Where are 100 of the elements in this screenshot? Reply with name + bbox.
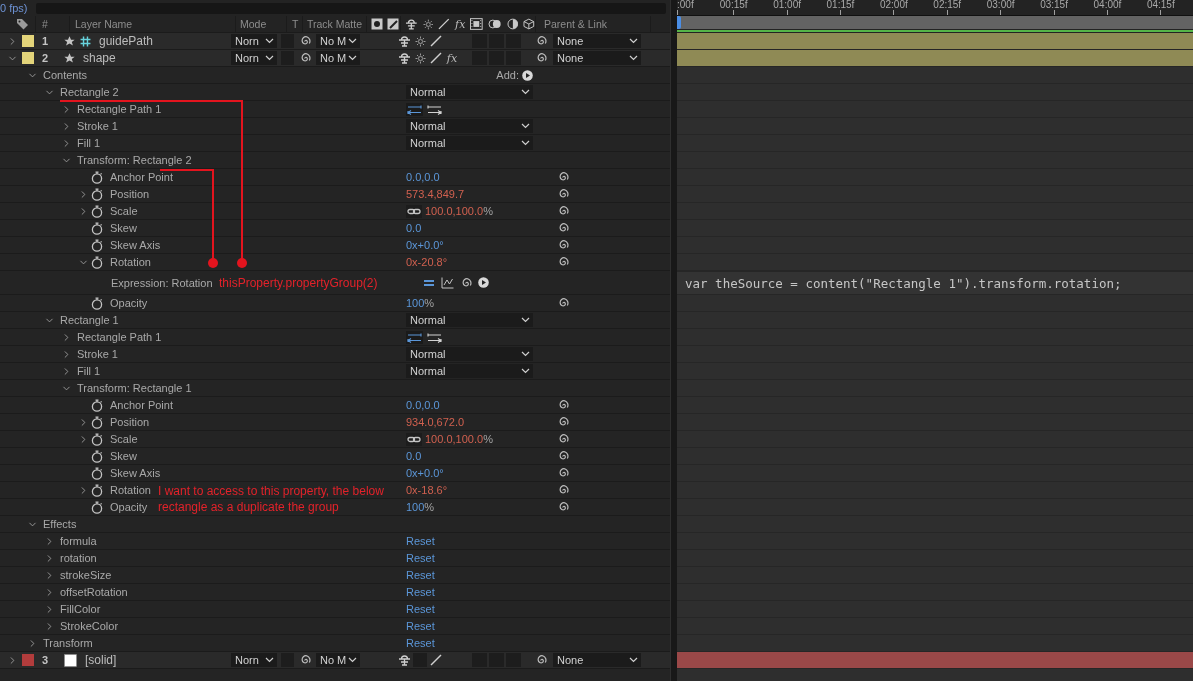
stopwatch-icon[interactable] (91, 398, 103, 412)
property-value[interactable]: 0x+0.0° (406, 467, 444, 479)
spiral-icon[interactable] (299, 654, 311, 666)
spiral-icon[interactable] (535, 52, 547, 64)
spiral-icon[interactable] (557, 416, 569, 428)
spiral-icon[interactable] (557, 222, 569, 234)
sun-icon[interactable] (422, 18, 434, 30)
stopwatch-icon[interactable] (91, 187, 103, 201)
track-matte-dropdown[interactable]: No M (316, 34, 360, 48)
slash-icon[interactable] (438, 18, 451, 30)
property-value[interactable]: 100 (406, 297, 425, 309)
property-value[interactable]: 0x+0.0° (406, 239, 444, 251)
graph-icon[interactable] (441, 276, 454, 289)
sun-icon[interactable] (414, 35, 426, 47)
layer-name[interactable]: guidePath (99, 34, 154, 48)
path-direction-icon[interactable] (406, 330, 423, 344)
spiral-icon[interactable] (557, 171, 569, 183)
spiral-icon[interactable] (299, 52, 311, 64)
spiral-icon[interactable] (535, 35, 547, 47)
slash-icon[interactable] (430, 52, 442, 64)
stopwatch-icon[interactable] (91, 432, 103, 446)
blend-mode-dropdown[interactable]: Normal (406, 119, 533, 133)
layer-duration-bar[interactable] (677, 652, 1193, 669)
property-value[interactable]: 100.0,100.0 (425, 205, 484, 217)
slash-icon[interactable] (430, 35, 442, 47)
spiral-icon[interactable] (557, 256, 569, 268)
spiral-icon[interactable] (557, 188, 569, 200)
spiral-icon[interactable] (557, 205, 569, 217)
property-value[interactable]: 573.4,849.7 (406, 188, 465, 200)
spiral-icon[interactable] (535, 654, 547, 666)
shy-icon[interactable] (397, 35, 411, 47)
shy-icon[interactable] (397, 52, 411, 64)
parent-dropdown[interactable]: None (553, 653, 641, 667)
expression-editor[interactable]: var theSource = content("Rectangle 1").transform.rotation; (677, 271, 1193, 295)
layer-row[interactable]: 2 shape Norn No M fx None (0, 50, 670, 67)
blend-mode-dropdown[interactable]: Normal (406, 313, 533, 327)
spiral-icon[interactable] (299, 35, 311, 47)
stopwatch-icon[interactable] (91, 238, 103, 252)
label-swatch[interactable] (22, 52, 34, 64)
property-value[interactable]: 100 (406, 501, 425, 513)
stopwatch-icon[interactable] (91, 255, 103, 269)
time-ruler[interactable]: :00f 00:15f 01:00f 01:15f 02:00f 02:15f 03:00f 03:15f 04:00f 04:15f (677, 0, 1193, 16)
link-icon[interactable] (406, 204, 422, 218)
reset-link[interactable]: Reset (406, 535, 435, 547)
shy-icon[interactable] (397, 654, 411, 666)
link-icon[interactable] (406, 432, 422, 446)
blend-mode-dropdown[interactable]: Normal (406, 364, 533, 378)
mode-dropdown[interactable]: Norn (231, 34, 277, 48)
reset-link[interactable]: Reset (406, 586, 435, 598)
stopwatch-icon[interactable] (91, 466, 103, 480)
layer-row[interactable]: 1 guidePath Norn No M None (0, 33, 670, 50)
property-value[interactable]: 0.0 (406, 222, 422, 234)
shy-icon[interactable] (405, 18, 418, 30)
spiral-icon[interactable] (557, 450, 569, 462)
property-value[interactable]: 0.0 (406, 450, 422, 462)
spiral-icon[interactable] (557, 467, 569, 479)
layer-row[interactable]: 3 [solid] Norn No M None (0, 652, 670, 669)
stopwatch-icon[interactable] (91, 296, 103, 310)
stopwatch-icon[interactable] (91, 449, 103, 463)
reset-link[interactable]: Reset (406, 620, 435, 632)
blend-mode-dropdown[interactable]: Normal (406, 347, 533, 361)
spiral-icon[interactable] (557, 501, 569, 513)
spiral-icon[interactable] (557, 399, 569, 411)
property-value[interactable]: 0.0,0.0 (406, 399, 440, 411)
stopwatch-icon[interactable] (91, 500, 103, 514)
equals-icon[interactable] (423, 277, 435, 288)
sun-icon[interactable] (414, 52, 426, 64)
add-menu-icon[interactable] (522, 69, 533, 81)
stopwatch-icon[interactable] (91, 221, 103, 235)
stopwatch-icon[interactable] (91, 204, 103, 218)
mode-dropdown[interactable]: Norn (231, 51, 277, 65)
property-value[interactable]: 0x-18.6° (406, 484, 448, 496)
reset-link[interactable]: Reset (406, 637, 435, 649)
parent-dropdown[interactable]: None (553, 34, 641, 48)
mode-dropdown[interactable]: Norn (231, 653, 277, 667)
play-icon[interactable] (478, 277, 489, 288)
property-value[interactable]: 0.0,0.0 (406, 171, 440, 183)
effects-switch[interactable]: fx (446, 52, 458, 64)
blend-mode-dropdown[interactable]: Normal (406, 136, 533, 150)
spiral-icon[interactable] (557, 433, 569, 445)
stopwatch-icon[interactable] (91, 483, 103, 497)
spiral-icon[interactable] (460, 276, 472, 289)
stopwatch-icon[interactable] (91, 170, 103, 184)
spiral-icon[interactable] (557, 484, 569, 496)
spiral-icon[interactable] (557, 297, 569, 309)
layer-duration-bar[interactable] (677, 33, 1193, 50)
property-value[interactable]: 0x-20.8° (406, 256, 448, 268)
stopwatch-icon[interactable] (91, 415, 103, 429)
track-matte-dropdown[interactable]: No M (316, 51, 360, 65)
reset-link[interactable]: Reset (406, 603, 435, 615)
layer-name[interactable]: shape (83, 51, 116, 65)
blend-mode-dropdown[interactable]: Normal (406, 85, 533, 99)
track-matte-dropdown[interactable]: No M (316, 653, 360, 667)
reset-link[interactable]: Reset (406, 552, 435, 564)
label-swatch[interactable] (22, 654, 34, 666)
parent-dropdown[interactable]: None (553, 51, 641, 65)
reset-link[interactable]: Reset (406, 569, 435, 581)
layer-name[interactable]: [solid] (85, 653, 117, 667)
path-direction-icon[interactable] (406, 102, 423, 116)
spiral-icon[interactable] (557, 239, 569, 251)
